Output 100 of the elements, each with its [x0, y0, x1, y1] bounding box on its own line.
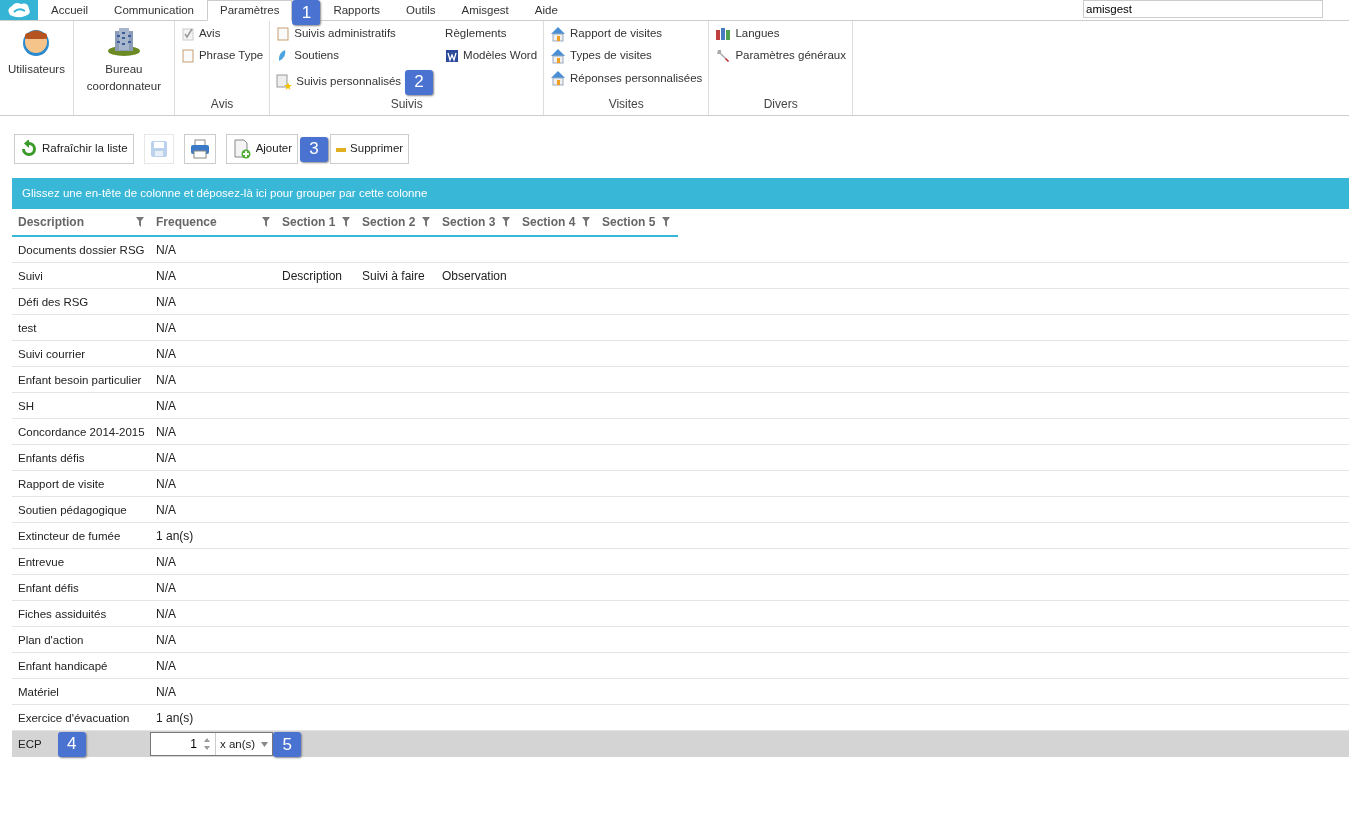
group-label: Avis [209, 96, 235, 113]
toolbar-button[interactable]: Rafraîchir la liste [14, 134, 134, 164]
ribbon-item[interactable]: Soutiens [276, 47, 339, 65]
unit-dropdown[interactable]: x an(s) [215, 733, 273, 756]
table-cell-text: Documents dossier RSG [17, 242, 146, 258]
ribbon-item[interactable]: Phrase Type [180, 47, 264, 65]
filter-icon[interactable] [502, 217, 510, 228]
ribbon-item[interactable]: Règlements [445, 25, 507, 43]
table-cell-text: N/A [155, 579, 177, 596]
ribbon-item[interactable]: Langues [715, 25, 780, 43]
house-icon [550, 47, 567, 64]
menu-tab[interactable]: Aide [521, 0, 571, 20]
document-add-icon [231, 139, 252, 159]
print-button[interactable] [183, 134, 216, 164]
table-cell-text: Enfant besoin particulier [17, 372, 143, 388]
filter-icon[interactable] [662, 217, 670, 228]
refresh-icon [20, 140, 38, 158]
printer-icon [189, 139, 210, 159]
group-panel: Glissez une en-tête de colonne et déposez-là ici pour grouper par cette colonne [12, 178, 1349, 210]
column-header[interactable]: Section 1 [276, 209, 356, 236]
ribbon-item[interactable]: Avis [180, 25, 221, 43]
toolbar-button[interactable]: Supprimer [330, 134, 410, 164]
column-header[interactable]: Description [12, 209, 150, 236]
document-icon [276, 26, 291, 41]
menu-tab[interactable]: Paramètres [207, 0, 293, 21]
word-icon [445, 48, 460, 63]
spinner-arrows-icon[interactable] [203, 737, 211, 752]
table-cell-text: 1 an(s) [155, 709, 195, 726]
menu-tab[interactable]: Amisgest [448, 0, 522, 20]
house-icon [550, 70, 567, 87]
frequency-spinner[interactable]: 1 x an(s) [150, 732, 274, 757]
ribbon-item[interactable]: Types de visites [550, 47, 652, 65]
ribbon-button[interactable]: Utilisateurs [6, 25, 67, 81]
checklist-icon [180, 26, 195, 41]
table-cell-text: Enfant défis [17, 580, 80, 596]
table-cell-text: Suivi courrier [17, 346, 87, 362]
table-cell-text: N/A [155, 293, 177, 310]
group-label: Visites [607, 96, 645, 113]
table-cell-text: N/A [155, 345, 177, 362]
menu-tab[interactable]: Communication [101, 0, 207, 20]
document-star-icon [276, 74, 293, 90]
table-cell-text: N/A [155, 397, 177, 414]
menu-tab[interactable]: Rapports [320, 0, 394, 20]
filter-icon[interactable] [262, 217, 270, 228]
table-cell-text: Soutien pédagogique [17, 502, 128, 518]
ribbon-item[interactable]: Réponses personnalisées [550, 69, 703, 87]
group-label: Suivis [389, 96, 424, 113]
table-cell-text: Rapport de visite [17, 476, 106, 492]
books-icon [715, 26, 732, 41]
table-cell-text: Suivi à faire [361, 267, 426, 284]
ribbon-item[interactable]: Paramètres généraux [715, 47, 846, 65]
table-cell-text: Entrevue [17, 554, 66, 570]
table-cell-text: 1 an(s) [155, 527, 195, 544]
table-cell-text: Extincteur de fumée [17, 528, 122, 544]
column-header[interactable]: Frequence [150, 209, 276, 236]
filter-icon[interactable] [136, 217, 144, 228]
search-field[interactable]: amisgest [1083, 0, 1323, 18]
table-cell-text: Matériel [17, 684, 60, 700]
wrench-icon [715, 47, 732, 64]
callout-badge: 1 [292, 0, 321, 25]
column-header[interactable]: Section 5 [596, 209, 676, 236]
table-cell-text: N/A [155, 449, 177, 466]
ribbon-button[interactable]: Bureau coordonnateur [79, 25, 168, 98]
table-cell-text: Enfants défis [17, 450, 86, 466]
table-cell-text: ECP [18, 737, 42, 753]
column-header[interactable]: Section 4 [516, 209, 596, 236]
table-cell-text: N/A [155, 605, 177, 622]
toolbar-button[interactable]: Ajouter [225, 134, 299, 164]
table-cell-text: N/A [155, 241, 177, 258]
table-cell-text: N/A [155, 371, 177, 388]
table-cell-text: N/A [155, 683, 177, 700]
table-cell-text: N/A [155, 657, 177, 674]
table-cell-text: Description [281, 267, 344, 284]
filter-icon[interactable] [342, 217, 350, 228]
table-cell-text: Plan d'action [17, 632, 85, 648]
table-cell-text: N/A [155, 475, 177, 492]
table-cell-text: Enfant handicapé [17, 658, 109, 674]
table-cell-text: Suivi [17, 268, 44, 284]
table-cell-text: N/A [155, 267, 177, 284]
filter-icon[interactable] [422, 217, 430, 228]
table-cell-text: N/A [155, 553, 177, 570]
menu-tab[interactable]: Accueil [38, 0, 102, 20]
table-cell-text: N/A [155, 319, 177, 336]
ribbon-item[interactable]: Suivis administratifs [276, 25, 396, 43]
column-header[interactable]: Section 2 [356, 209, 436, 236]
minus-icon [336, 145, 347, 153]
filter-icon[interactable] [582, 217, 590, 228]
ribbon-item[interactable]: Modèles Word [445, 47, 538, 65]
menu-tab[interactable]: Outils [393, 0, 449, 20]
table-cell-text: N/A [155, 501, 177, 518]
ribbon-item[interactable]: Rapport de visites [550, 25, 663, 43]
user-icon [21, 27, 52, 57]
table-cell-text: Fiches assiduités [17, 606, 108, 622]
caret-icon [261, 741, 269, 747]
table-cell-text: Exercice d'évacuation [17, 710, 131, 726]
table-cell-text: Concordance 2014-2015 [17, 424, 146, 440]
ribbon-item[interactable]: Suivis personnalisés [276, 73, 402, 91]
column-header[interactable]: Section 3 [436, 209, 516, 236]
callout-badge: 5 [273, 731, 302, 757]
callout-badge: 4 [57, 731, 86, 757]
